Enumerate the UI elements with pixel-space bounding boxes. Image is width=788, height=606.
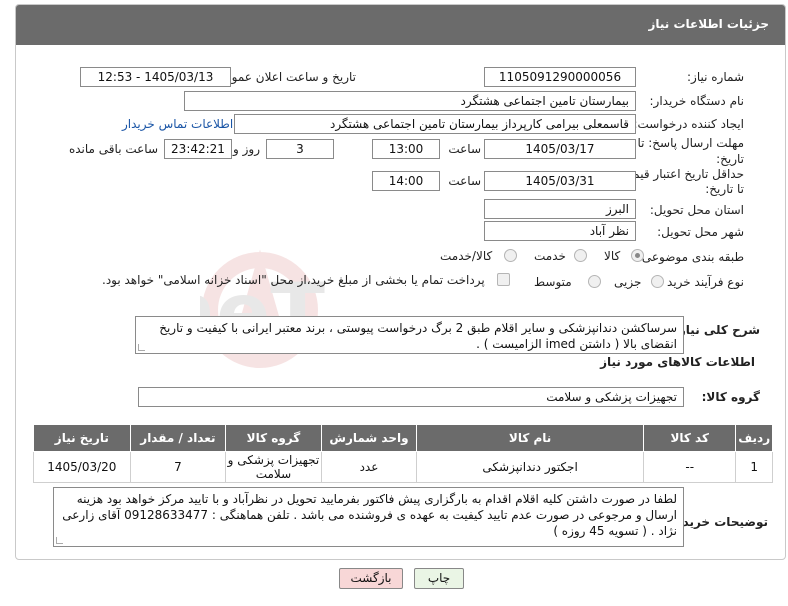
- cell-group: تجهیزات پزشکی و سلامت: [225, 451, 322, 483]
- province-label: استان محل تحویل:: [649, 203, 744, 217]
- price-validity-date-field[interactable]: 1405/03/31: [484, 171, 636, 191]
- cell-quantity: 7: [129, 451, 227, 483]
- buyer-notes-text: لطفا در صورت داشتن کلیه اقلام اقدام به ب…: [62, 492, 677, 538]
- category-radio-goods[interactable]: [631, 249, 644, 262]
- days-label: روز و: [233, 142, 260, 156]
- reply-date-field[interactable]: 1405/03/17: [484, 139, 636, 159]
- price-time-label: ساعت: [448, 174, 481, 188]
- need-description-textarea[interactable]: سرساکشن دندانپزشکی و سایر اقلام طبق 2 بر…: [135, 316, 684, 354]
- city-label: شهر محل تحویل:: [657, 225, 744, 239]
- purchase-type-label: نوع فرآیند خرید :: [659, 275, 744, 289]
- category-radio-service[interactable]: [574, 249, 587, 262]
- col-header-unit: واحد شمارش: [320, 424, 418, 452]
- price-validity-label: حداقل تاریخ اعتبار قیمت:: [617, 167, 744, 181]
- col-header-date: تاریخ نیاز: [33, 424, 131, 452]
- cell-row-no: 1: [735, 451, 773, 483]
- cell-unit: عدد: [320, 451, 418, 483]
- goods-table: ردیف کد کالا نام کالا واحد شمارش گروه کا…: [33, 424, 773, 483]
- col-header-group: گروه کالا: [225, 424, 322, 452]
- cell-name: اجکتور دندانپزشکی: [416, 451, 644, 483]
- table-header-row: ردیف کد کالا نام کالا واحد شمارش گروه کا…: [33, 424, 773, 452]
- purchase-radio-minor[interactable]: [651, 275, 664, 288]
- cell-code: --: [642, 451, 737, 483]
- need-number-label: شماره نیاز:: [687, 70, 744, 84]
- remaining-time-label: ساعت باقی مانده: [68, 142, 158, 156]
- purchase-option-minor: جزیی: [614, 275, 642, 289]
- col-header-row-no: ردیف: [735, 424, 773, 452]
- creator-label: ایجاد کننده درخواست:: [633, 117, 744, 131]
- col-header-quantity: تعداد / مقدار: [129, 424, 227, 452]
- goods-group-label: گروه کالا:: [701, 390, 760, 404]
- reply-deadline-label-2: تاریخ:: [716, 152, 744, 166]
- back-button[interactable]: بازگشت: [339, 568, 403, 589]
- buyer-org-label: نام دستگاه خریدار:: [649, 94, 745, 108]
- category-option-goods-service: کالا/خدمت: [440, 249, 493, 263]
- buyer-contact-link[interactable]: اطلاعات تماس خریدار: [122, 117, 233, 131]
- city-field[interactable]: نظر آباد: [484, 221, 636, 241]
- resize-handle-icon[interactable]: [138, 344, 145, 351]
- province-field[interactable]: البرز: [484, 199, 636, 219]
- buyer-notes-textarea[interactable]: لطفا در صورت داشتن کلیه اقلام اقدام به ب…: [53, 487, 684, 547]
- panel-header: جزئیات اطلاعات نیاز: [16, 5, 785, 45]
- buyer-org-field[interactable]: بیمارستان تامین اجتماعی هشتگرد: [184, 91, 636, 111]
- treasury-payment-note: پرداخت تمام یا بخشی از مبلغ خرید،از محل …: [102, 273, 485, 287]
- panel-title: جزئیات اطلاعات نیاز: [648, 17, 769, 31]
- price-validity-time-field[interactable]: 14:00: [372, 171, 440, 191]
- table-row[interactable]: 1 -- اجکتور دندانپزشکی عدد تجهیزات پزشکی…: [33, 451, 773, 483]
- reply-time-field[interactable]: 13:00: [372, 139, 440, 159]
- remaining-days-field[interactable]: 3: [266, 139, 334, 159]
- col-header-name: نام کالا: [416, 424, 644, 452]
- col-header-code: کد کالا: [642, 424, 737, 452]
- reply-time-label: ساعت: [448, 142, 481, 156]
- goods-section-title: اطلاعات کالاهای مورد نیاز: [600, 355, 755, 369]
- announce-date-label: تاریخ و ساعت اعلان عمومی:: [211, 70, 356, 84]
- category-label: طبقه بندی موضوعی:: [637, 250, 744, 264]
- price-validity-label-2: تا تاریخ:: [705, 182, 744, 196]
- category-option-goods: کالا: [604, 249, 621, 263]
- treasury-payment-checkbox[interactable]: [497, 273, 510, 286]
- remaining-time-field[interactable]: 23:42:21: [164, 139, 232, 159]
- creator-field[interactable]: قاسمعلی بیرامی کارپرداز بیمارستان تامین …: [234, 114, 636, 134]
- cell-date: 1405/03/20: [33, 451, 131, 483]
- need-description-text: سرساکشن دندانپزشکی و سایر اقلام طبق 2 بر…: [159, 321, 677, 351]
- print-button[interactable]: چاپ: [414, 568, 464, 589]
- purchase-option-medium: متوسط: [534, 275, 572, 289]
- reply-deadline-label: مهلت ارسال پاسخ: تا: [637, 136, 744, 150]
- category-radio-goods-service[interactable]: [504, 249, 517, 262]
- category-option-service: خدمت: [534, 249, 566, 263]
- resize-handle-icon[interactable]: [56, 537, 63, 544]
- need-number-field[interactable]: 1105091290000056: [484, 67, 636, 87]
- goods-group-field[interactable]: تجهیزات پزشکی و سلامت: [138, 387, 684, 407]
- announce-date-field[interactable]: 1405/03/13 - 12:53: [80, 67, 231, 87]
- purchase-radio-medium[interactable]: [588, 275, 601, 288]
- need-description-label: شرح کلی نیاز:: [674, 323, 760, 337]
